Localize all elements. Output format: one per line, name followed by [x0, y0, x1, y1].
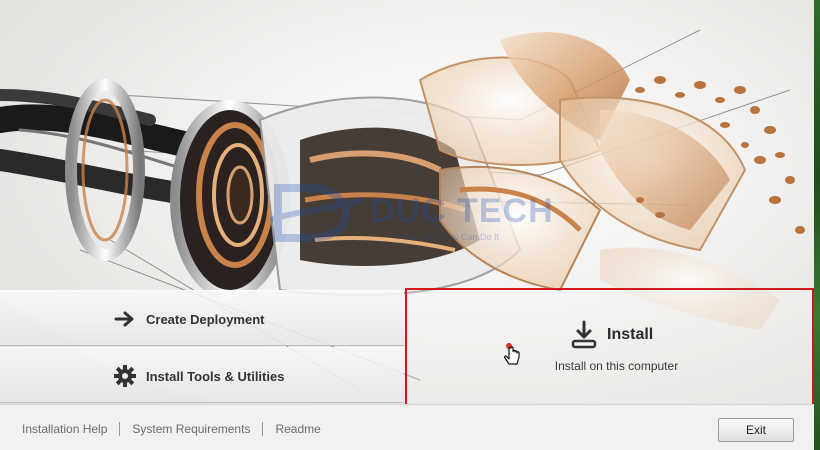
installation-help-link[interactable]: Installation Help: [22, 422, 107, 436]
install-subtitle: Install on this computer: [554, 359, 679, 373]
footer-bar: Installation Help System Requirements Re…: [0, 404, 814, 450]
watermark-slogan: I Can Do It You Can Do It: [398, 232, 500, 242]
footer-divider: [119, 422, 121, 436]
gear-icon: [114, 365, 136, 387]
create-deployment-label: Create Deployment: [146, 311, 265, 327]
install-tools-label: Install Tools & Utilities: [146, 368, 285, 384]
footer-divider: [262, 422, 264, 436]
watermark-name: DUC TECH: [370, 192, 554, 230]
create-deployment-button[interactable]: Create Deployment: [0, 290, 404, 346]
install-tools-button[interactable]: Install Tools & Utilities: [0, 347, 404, 403]
system-requirements-link[interactable]: System Requirements: [132, 422, 250, 436]
hand-cursor-icon: [504, 343, 520, 365]
installer-window: DUC TECH I Can Do It You Can Do It Creat…: [0, 0, 820, 450]
readme-link[interactable]: Readme: [275, 422, 320, 436]
download-tray-icon: [571, 320, 597, 349]
duc-tech-logo-icon: [270, 184, 362, 242]
install-title: Install: [607, 326, 654, 343]
install-button[interactable]: Install Install on this computer: [405, 288, 814, 406]
background-edge: [814, 0, 820, 450]
footer-links: Installation Help System Requirements Re…: [22, 422, 321, 436]
exit-button[interactable]: Exit: [718, 418, 794, 442]
arrow-right-icon: [114, 308, 136, 330]
watermark-logo: DUC TECH I Can Do It You Can Do It: [270, 180, 570, 260]
